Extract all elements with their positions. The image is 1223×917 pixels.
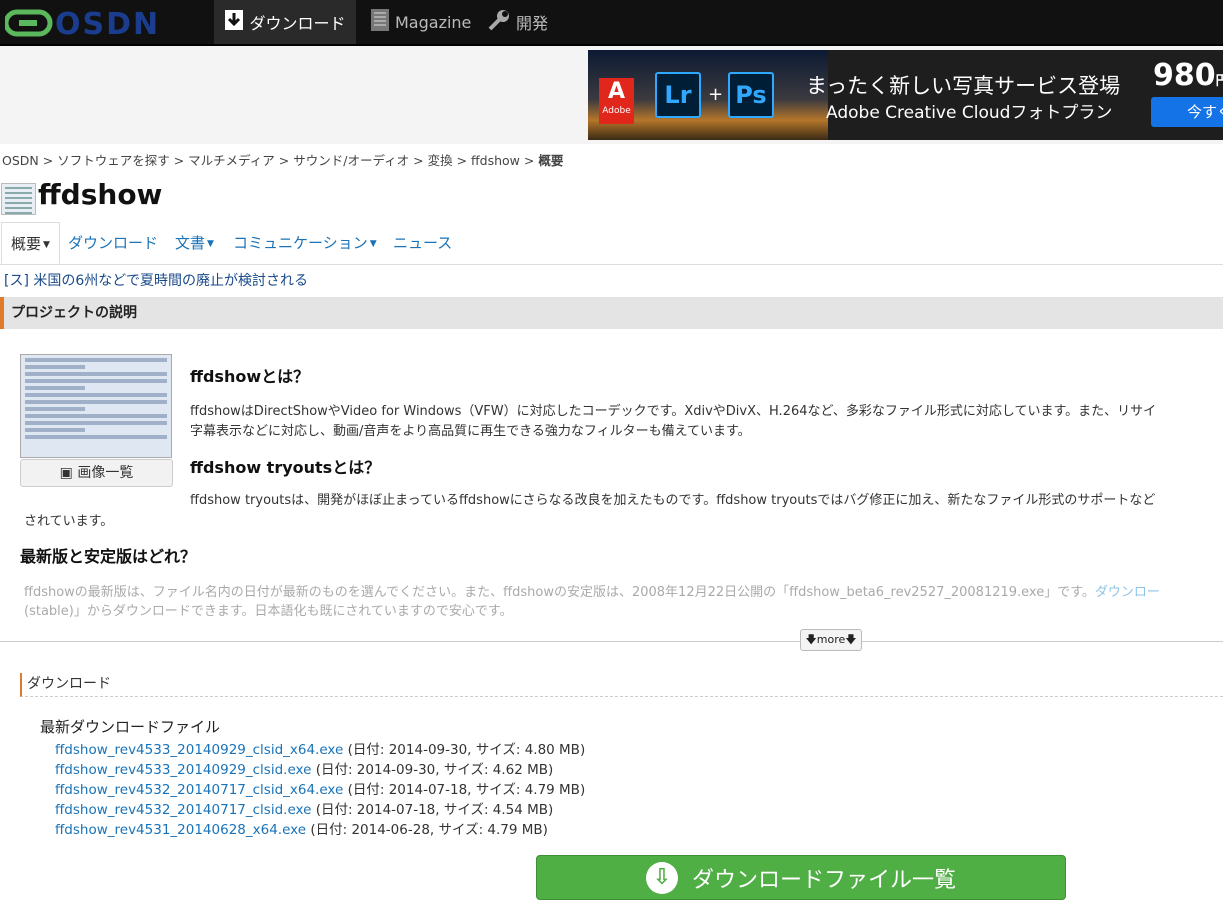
adobe-logo: A Adobe	[599, 78, 634, 124]
wrench-icon	[487, 8, 511, 36]
list-item: ffdshow_rev4533_20140929_clsid.exe (日付: …	[55, 762, 554, 778]
ad-subline: Adobe Creative Cloudフォトプラン	[826, 103, 1113, 123]
list-item: ffdshow_rev4531_20140628_x64.exe (日付: 20…	[55, 822, 548, 838]
description-paragraph-3b: (stable)」からダウンロードできます。日本語化も既にされていますので安心で…	[24, 604, 513, 619]
more-divider	[0, 641, 1223, 642]
download-link[interactable]: ダウンロー	[1095, 585, 1160, 600]
description-paragraph-2a: ffdshow tryoutsは、開発がほぼ止まっているffdshowにさらなる…	[190, 493, 1156, 508]
section-project-description: プロジェクトの説明	[0, 297, 1223, 329]
nav-magazine[interactable]: Magazine	[370, 0, 471, 44]
breadcrumb-multimedia[interactable]: マルチメディア	[188, 153, 275, 168]
tab-news[interactable]: ニュース	[393, 222, 452, 264]
caret-down-icon: ▼	[369, 238, 377, 249]
tab-download[interactable]: ダウンロード	[68, 222, 158, 264]
project-icon	[1, 183, 36, 215]
tab-communication[interactable]: コミュニケーション ▼	[233, 222, 377, 264]
screenshot-thumbnail[interactable]	[20, 354, 172, 458]
breadcrumb-current: 概要	[538, 153, 564, 168]
news-ticker[interactable]: [ス] 米国の6州などで夏時間の廃止が検討される	[4, 270, 308, 290]
nav-download-label: ダウンロード	[249, 14, 346, 33]
list-item: ffdshow_rev4533_20140929_clsid_x64.exe (…	[55, 742, 586, 758]
section-downloads: ダウンロード	[20, 673, 1223, 697]
breadcrumb: OSDN > ソフトウェアを探す > マルチメディア > サウンド/オーディオ …	[2, 153, 564, 168]
file-link[interactable]: ffdshow_rev4532_20140717_clsid_x64.exe	[55, 782, 343, 798]
page-title: ffdshow	[38, 178, 163, 211]
heading-latest-stable: 最新版と安定版はどれ？	[20, 547, 197, 566]
breadcrumb-convert[interactable]: 変換	[428, 153, 453, 168]
breadcrumb-ffdshow[interactable]: ffdshow	[471, 153, 520, 168]
caret-down-icon: ▼	[207, 238, 214, 249]
ad-price: 980円	[1153, 58, 1223, 93]
top-navbar: OSDN ダウンロード Magazine 開発	[0, 0, 1223, 46]
magazine-icon	[370, 8, 390, 36]
nav-develop-label: 開発	[516, 14, 549, 33]
download-icon	[224, 9, 244, 35]
nav-download[interactable]: ダウンロード	[214, 0, 356, 44]
breadcrumb-sound[interactable]: サウンド/オーディオ	[293, 153, 409, 168]
svg-text:OSDN: OSDN	[55, 9, 160, 37]
image-gallery-button[interactable]: ▣ 画像一覧	[20, 459, 173, 487]
arrow-down-icon: 🡇	[805, 633, 817, 646]
nav-magazine-label: Magazine	[395, 12, 472, 32]
ad-headline: まったく新しい写真サービス登場	[806, 74, 1121, 98]
list-item: ffdshow_rev4532_20140717_clsid_x64.exe (…	[55, 782, 586, 798]
latest-downloads-heading: 最新ダウンロードファイル	[40, 718, 221, 736]
download-files-list-button[interactable]: ⇩ ダウンロードファイル一覧	[536, 855, 1066, 900]
description-paragraph-3a: ffdshowの最新版は、ファイル名内の日付が最新のものを選んでください。また、…	[24, 585, 1160, 600]
file-link[interactable]: ffdshow_rev4533_20140929_clsid.exe	[55, 762, 311, 778]
adobe-banner-ad[interactable]: A Adobe Lr + Ps まったく新しい写真サービス登場 Adobe Cre…	[588, 50, 1223, 140]
tab-overview[interactable]: 概要 ▼	[1, 222, 60, 264]
image-icon: ▣	[59, 465, 73, 481]
arrow-down-icon: 🡇	[845, 633, 857, 646]
heading-tryouts: ffdshow tryoutsとは？	[190, 458, 381, 477]
description-paragraph-1b: 字幕表示などに対応し、動画/音声をより高品質に再生できる強力なフィルターも備えて…	[190, 424, 751, 439]
breadcrumb-find-software[interactable]: ソフトウェアを探す	[57, 153, 170, 168]
lightroom-icon: Lr	[655, 72, 701, 118]
download-circle-icon: ⇩	[645, 861, 678, 894]
osdn-logo-mark: OSDN	[5, 9, 160, 37]
file-link[interactable]: ffdshow_rev4531_20140628_x64.exe	[55, 822, 306, 838]
ad-cta-button[interactable]: 今すぐ	[1151, 97, 1223, 127]
tab-documents[interactable]: 文書 ▼	[175, 222, 214, 264]
photoshop-icon: Ps	[728, 72, 774, 118]
list-item: ffdshow_rev4532_20140717_clsid.exe (日付: …	[55, 802, 554, 818]
more-button[interactable]: 🡇more🡇	[800, 629, 862, 651]
ad-plus: +	[708, 84, 724, 105]
file-link[interactable]: ffdshow_rev4533_20140929_clsid_x64.exe	[55, 742, 343, 758]
description-paragraph-1a: ffdshowはDirectShowやVideo for Windows（VFW…	[190, 404, 1157, 419]
file-link[interactable]: ffdshow_rev4532_20140717_clsid.exe	[55, 802, 311, 818]
caret-down-icon: ▼	[43, 239, 50, 250]
heading-what-is-ffdshow: ffdshowとは？	[190, 367, 310, 386]
breadcrumb-osdn[interactable]: OSDN	[2, 153, 39, 168]
project-tabs: 概要 ▼ ダウンロード 文書 ▼ コミュニケーション ▼ ニュース	[0, 222, 1223, 265]
description-paragraph-2b: されています。	[24, 514, 114, 529]
nav-develop[interactable]: 開発	[487, 0, 548, 44]
osdn-logo[interactable]: OSDN	[5, 8, 195, 38]
